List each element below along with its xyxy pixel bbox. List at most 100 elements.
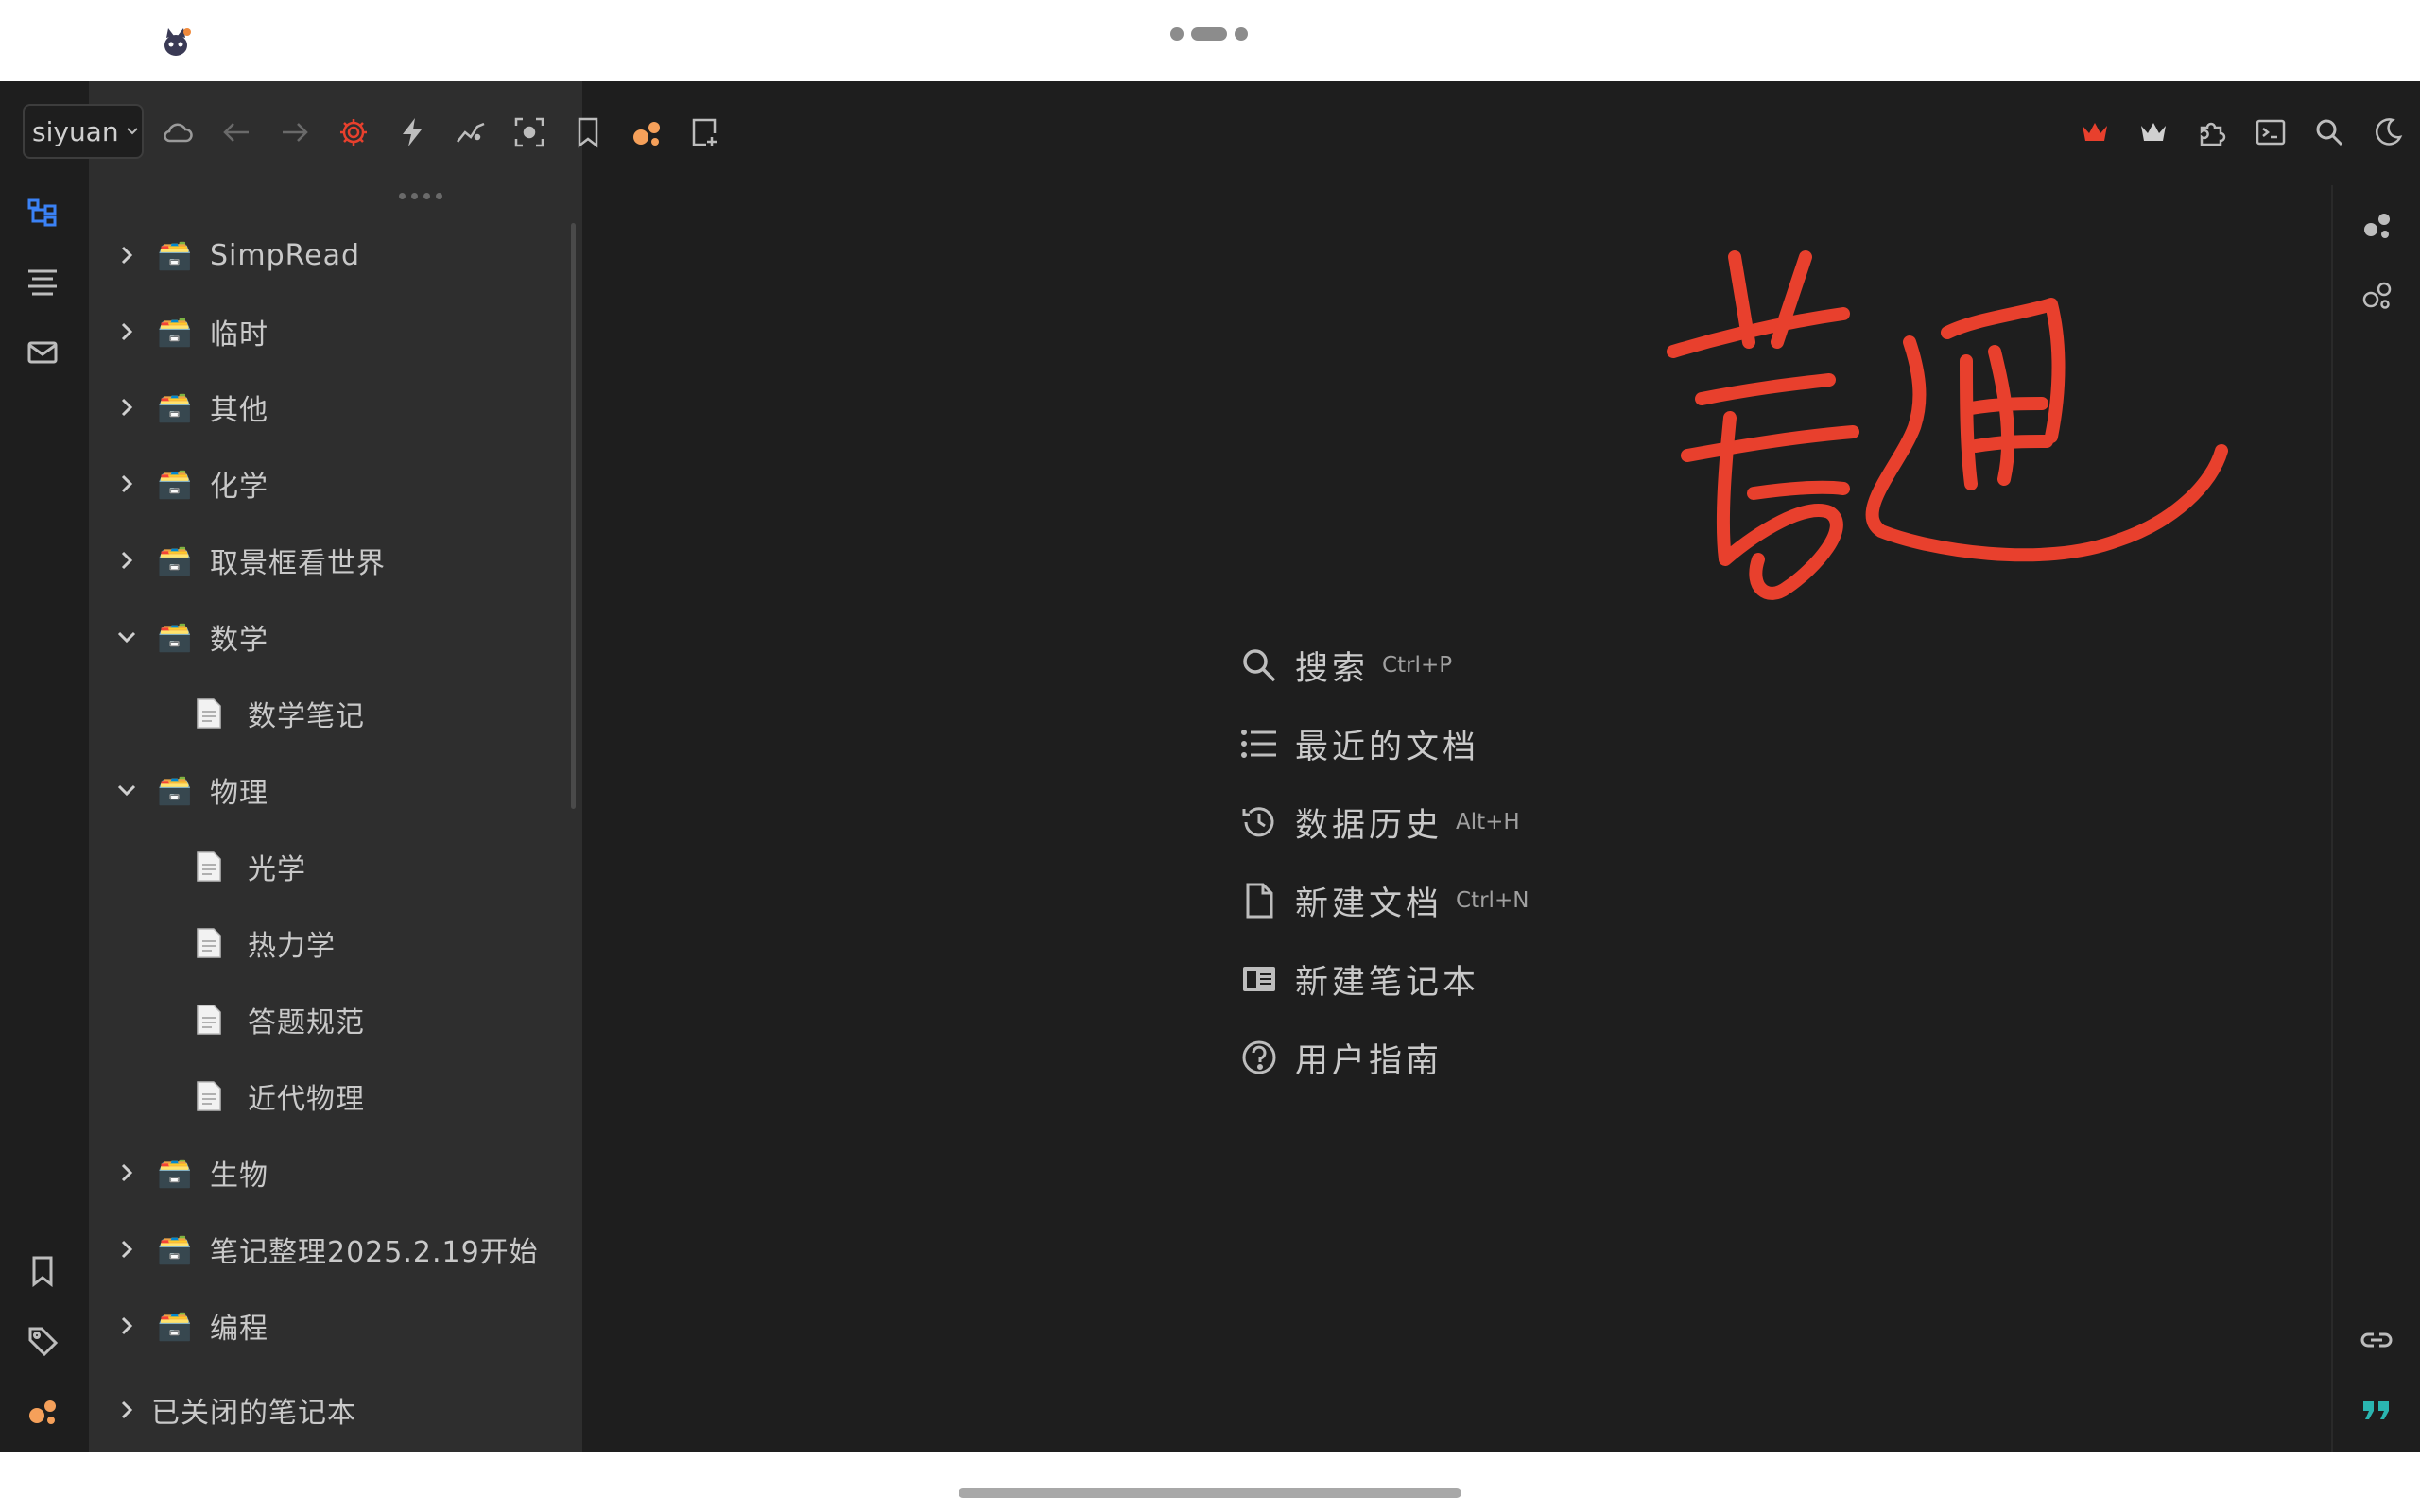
- graph-bubble-icon[interactable]: [2358, 206, 2395, 244]
- tree-item-label: 其他: [210, 394, 268, 427]
- history-icon: [1238, 801, 1280, 843]
- tree-item-label: 答题规范: [248, 1006, 365, 1040]
- menu-label: 用户指南: [1295, 1041, 1443, 1080]
- settings-icon[interactable]: [335, 113, 372, 151]
- panel-drag-handle[interactable]: [399, 193, 442, 199]
- tree-item-notebook[interactable]: 🗃️ SimpRead: [89, 225, 562, 285]
- menu-shortcut: Ctrl+P: [1382, 653, 1453, 678]
- tree-item-doc[interactable]: 答题规范: [89, 989, 562, 1050]
- chevron-right-icon[interactable]: [115, 1161, 138, 1184]
- notebook-card-icon: 🗃️: [157, 1156, 193, 1190]
- tree-item-label: 近代物理: [248, 1083, 365, 1116]
- recent-docs-menu-item[interactable]: 最近的文档: [1238, 715, 1493, 772]
- tree-item-notebook[interactable]: 🗃️ 取景框看世界: [89, 530, 562, 591]
- bookmark-icon[interactable]: [569, 113, 607, 151]
- graph-icon[interactable]: [452, 113, 490, 151]
- plugin-icon[interactable]: [2193, 113, 2231, 151]
- menu-label: 搜索: [1295, 649, 1370, 688]
- terminal-icon[interactable]: [2252, 113, 2290, 151]
- search-menu-item[interactable]: 搜索 Ctrl+P: [1238, 637, 1452, 694]
- right-dock-divider: [2331, 185, 2333, 1452]
- notebook-card-icon: 🗃️: [157, 315, 193, 349]
- menu-shortcut: Ctrl+N: [1456, 888, 1530, 913]
- chevron-right-icon[interactable]: [115, 244, 138, 266]
- search-icon: [1238, 644, 1280, 686]
- chevron-right-icon[interactable]: [115, 549, 138, 572]
- chevron-right-icon[interactable]: [115, 396, 138, 419]
- scrollbar[interactable]: [571, 223, 576, 809]
- chevron-right-icon[interactable]: [115, 1399, 138, 1421]
- tree-item-label: 物理: [210, 777, 268, 810]
- tree-item-notebook[interactable]: 🗃️ 数学: [89, 607, 562, 667]
- data-history-menu-item[interactable]: 数据历史 Alt+H: [1238, 794, 1520, 850]
- global-graph-icon[interactable]: [2358, 276, 2395, 314]
- chevron-right-icon[interactable]: [115, 320, 138, 343]
- quick-note-icon[interactable]: [686, 113, 724, 151]
- closed-notebooks-label: 已关闭的笔记本: [151, 1397, 356, 1430]
- lightning-icon[interactable]: [393, 113, 431, 151]
- notebook-card-icon: 🗃️: [157, 467, 193, 501]
- plugin-bubble-icon[interactable]: [23, 1391, 62, 1431]
- chevron-down-icon[interactable]: [115, 626, 138, 648]
- tree-item-doc[interactable]: 数学笔记: [89, 683, 562, 744]
- tree-item-label: SimpRead: [210, 238, 361, 272]
- document-icon: [197, 1081, 221, 1111]
- left-dock: [0, 81, 87, 1452]
- file-tree-panel: 🗃️ SimpRead 🗃️ 临时 🗃️ 其他 🗃️ 化学 🗃️ 取景框看世界 …: [89, 81, 582, 1452]
- back-icon[interactable]: [217, 113, 255, 151]
- tree-item-notebook[interactable]: 🗃️ 生物: [89, 1143, 562, 1203]
- tree-item-notebook[interactable]: 🗃️ 编程: [89, 1296, 562, 1356]
- tree-item-doc[interactable]: 热力学: [89, 913, 562, 973]
- crown-icon[interactable]: [2135, 113, 2172, 151]
- multitasking-handle[interactable]: [1170, 26, 1248, 42]
- chevron-down-icon[interactable]: [115, 779, 138, 801]
- dark-mode-icon[interactable]: [2369, 113, 2407, 151]
- chevron-right-icon[interactable]: [115, 1238, 138, 1261]
- tree-item-notebook[interactable]: 🗃️ 笔记整理2025.2.19开始: [89, 1219, 562, 1280]
- quote-icon[interactable]: [2358, 1391, 2395, 1429]
- tree-item-label: 生物: [210, 1160, 268, 1193]
- list-icon: [1238, 723, 1280, 765]
- tree-item-notebook[interactable]: 🗃️ 临时: [89, 301, 562, 362]
- document-icon: [197, 1005, 221, 1035]
- focus-icon[interactable]: [510, 113, 548, 151]
- chevron-right-icon[interactable]: [115, 472, 138, 495]
- outline-icon[interactable]: [23, 263, 62, 302]
- tree-item-notebook[interactable]: 🗃️ 其他: [89, 377, 562, 438]
- new-doc-menu-item[interactable]: 新建文档 Ctrl+N: [1238, 872, 1529, 929]
- chevron-right-icon[interactable]: [115, 1314, 138, 1337]
- plugin-bubble-icon[interactable]: [628, 113, 666, 151]
- notebook-icon: [1238, 958, 1280, 1000]
- bookmark-icon[interactable]: [23, 1251, 62, 1291]
- tree-item-doc[interactable]: 近代物理: [89, 1066, 562, 1126]
- toolbar: siyuan: [0, 81, 2420, 185]
- inbox-icon[interactable]: [23, 333, 62, 372]
- new-notebook-menu-item[interactable]: 新建笔记本: [1238, 951, 1493, 1007]
- tree-item-notebook[interactable]: 🗃️ 化学: [89, 454, 562, 514]
- search-icon[interactable]: [2310, 113, 2348, 151]
- home-indicator[interactable]: [959, 1488, 1461, 1498]
- tree-item-label: 编程: [210, 1313, 268, 1346]
- tree-item-notebook[interactable]: 🗃️ 物理: [89, 760, 562, 820]
- app-window: 🗃️ SimpRead 🗃️ 临时 🗃️ 其他 🗃️ 化学 🗃️ 取景框看世界 …: [0, 81, 2420, 1452]
- workspace-name: siyuan: [32, 115, 119, 147]
- menu-label: 最近的文档: [1295, 728, 1480, 766]
- tree-item-doc[interactable]: 光学: [89, 836, 562, 897]
- tree-item-label: 热力学: [248, 930, 336, 963]
- notebook-card-icon: 🗃️: [157, 773, 193, 807]
- workspace-select[interactable]: siyuan: [23, 104, 144, 159]
- tag-icon[interactable]: [23, 1321, 62, 1361]
- tree-item-label: 数学: [210, 624, 268, 657]
- notebook-card-icon: 🗃️: [157, 1309, 193, 1343]
- closed-notebooks-toggle[interactable]: 已关闭的笔记本: [89, 1380, 562, 1440]
- user-guide-menu-item[interactable]: 用户指南: [1238, 1029, 1456, 1086]
- menu-label: 新建笔记本: [1295, 963, 1480, 1002]
- file-icon: [1238, 880, 1280, 921]
- crown-red-icon[interactable]: [2076, 113, 2114, 151]
- backlink-icon[interactable]: [2358, 1321, 2395, 1359]
- app-logo-icon: [159, 25, 193, 59]
- file-tree-icon[interactable]: [23, 193, 62, 232]
- document-icon: [197, 698, 221, 729]
- cloud-sync-icon[interactable]: [159, 113, 197, 151]
- forward-icon[interactable]: [276, 113, 314, 151]
